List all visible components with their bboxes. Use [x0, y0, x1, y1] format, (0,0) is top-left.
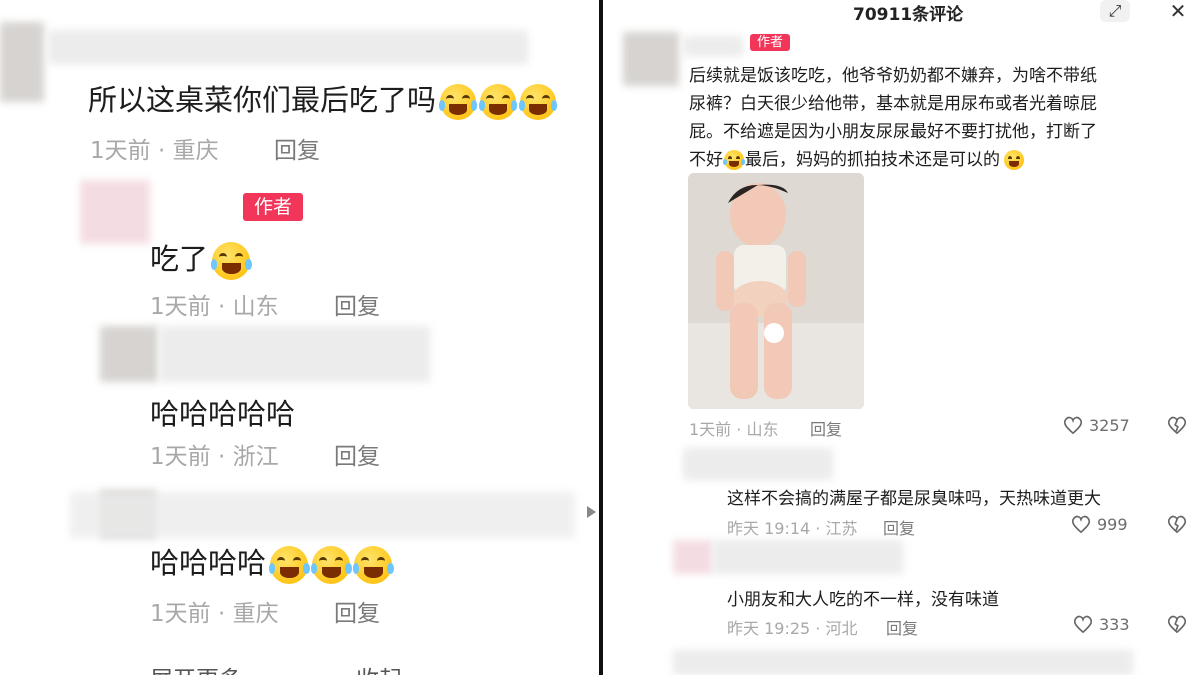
comment-meta: 1天前 · 重庆: [90, 138, 219, 164]
comment-meta: 1天前 · 重庆: [150, 601, 279, 627]
comment-photo-baby[interactable]: [688, 173, 864, 409]
avatar-blurred[interactable]: [80, 180, 150, 244]
reply-button[interactable]: 回复: [334, 594, 380, 628]
username-blurred[interactable]: [673, 650, 1133, 675]
author-badge: 作者: [750, 34, 790, 51]
avatar-blurred[interactable]: [683, 448, 833, 480]
heart-like-icon[interactable]: [1072, 614, 1094, 634]
username-blurred[interactable]: [70, 492, 575, 538]
avatar-blurred[interactable]: [673, 540, 713, 574]
heart-like-icon[interactable]: [1070, 514, 1092, 534]
reply-text: 小朋友和大人吃的不一样，没有味道: [727, 590, 999, 610]
close-icon[interactable]: ✕: [1163, 0, 1193, 23]
smirk-emoji-icon: [1004, 150, 1024, 170]
comment-text: 所以这桌菜你们最后吃了吗: [88, 77, 558, 120]
username-blurred[interactable]: [160, 326, 430, 382]
laugh-cry-emoji-icon: [210, 242, 252, 280]
reply-button[interactable]: 回复: [334, 287, 380, 321]
laugh-cry-emoji-icon: [352, 546, 394, 584]
play-arrow-icon: [587, 506, 596, 518]
laugh-cry-emoji-icon: [478, 84, 518, 120]
laugh-cry-emoji-icon: [723, 150, 745, 170]
avatar-blurred[interactable]: [623, 32, 679, 86]
dislike-broken-heart-icon[interactable]: [1166, 415, 1188, 435]
heart-like-icon[interactable]: [1062, 415, 1084, 435]
reply-text: 这样不会搞的满屋子都是尿臭味吗，天热味道更大: [727, 489, 1101, 509]
comment-count-title: 70911条评论: [853, 5, 964, 25]
like-count: 333: [1099, 615, 1130, 634]
comment-meta: 1天前 · 浙江: [150, 444, 279, 470]
comment-meta: 昨天 19:25 · 河北: [727, 619, 858, 638]
avatar-blurred[interactable]: [0, 22, 44, 102]
reply-button[interactable]: 回复: [883, 515, 915, 539]
username-blurred[interactable]: [713, 540, 903, 574]
right-comment-panel: 70911条评论 ⤢ ✕ 作者 后续就是饭该吃吃，他爷爷奶奶都不嫌弃，为啥不带纸…: [603, 0, 1200, 675]
collapse-button[interactable]: 收起: [356, 660, 402, 675]
reply-button[interactable]: 回复: [274, 131, 320, 165]
dislike-broken-heart-icon[interactable]: [1166, 614, 1188, 634]
comment-meta: 1天前 · 山东: [150, 294, 279, 320]
laugh-cry-emoji-icon: [310, 546, 352, 584]
laugh-cry-emoji-icon: [268, 546, 310, 584]
comment-text: 哈哈哈哈: [150, 540, 394, 584]
laugh-cry-emoji-icon: [438, 84, 478, 120]
comment-meta: 昨天 19:14 · 江苏: [727, 519, 858, 538]
left-comment-panel: 所以这桌菜你们最后吃了吗 1天前 · 重庆 回复 作者 吃了 1天前 · 山东 …: [0, 0, 599, 675]
expand-icon[interactable]: ⤢: [1100, 0, 1130, 22]
dislike-broken-heart-icon[interactable]: [1166, 514, 1188, 534]
author-badge: 作者: [243, 193, 303, 221]
expand-more-button[interactable]: 展开更多: [150, 660, 242, 675]
reply-button[interactable]: 回复: [810, 416, 842, 440]
reply-button[interactable]: 回复: [334, 437, 380, 471]
like-count: 999: [1097, 515, 1128, 534]
baby-photo-illustration: [688, 173, 864, 409]
comment-meta: 1天前 · 山东: [689, 420, 779, 439]
username-blurred[interactable]: [683, 36, 743, 56]
comment-text: 后续就是饭该吃吃，他爷爷奶奶都不嫌弃，为啥不带纸 尿裤？白天很少给他带，基本就是…: [689, 66, 1097, 170]
comment-text: 哈哈哈哈哈: [150, 397, 296, 431]
avatar-blurred[interactable]: [100, 326, 158, 382]
username-blurred[interactable]: [48, 30, 528, 64]
comment-text: 吃了: [150, 236, 252, 280]
laugh-cry-emoji-icon: [518, 84, 558, 120]
like-count: 3257: [1089, 416, 1130, 435]
reply-button[interactable]: 回复: [886, 615, 918, 639]
